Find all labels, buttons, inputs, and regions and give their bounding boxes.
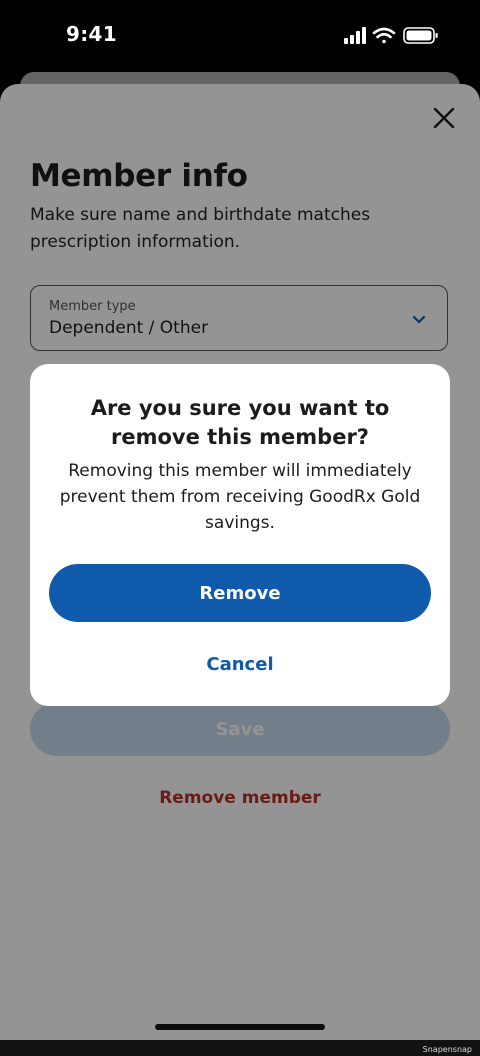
wifi-icon <box>372 27 396 44</box>
status-time: 9:41 <box>66 22 117 46</box>
status-bar: 9:41 <box>0 0 480 72</box>
remove-member-dialog: Are you sure you want to remove this mem… <box>30 364 450 706</box>
status-icons-svg <box>344 27 438 44</box>
battery-icon <box>403 27 438 44</box>
status-icons <box>344 26 440 46</box>
cancel-button[interactable]: Cancel <box>150 646 330 682</box>
dialog-body: Removing this member will immediately pr… <box>59 461 421 533</box>
confirm-remove-button[interactable]: Remove <box>49 564 431 622</box>
signal-icon <box>344 27 366 44</box>
watermark: Snapensnap <box>422 1045 472 1054</box>
dialog-title: Are you sure you want to remove this mem… <box>90 396 390 449</box>
bottom-strip <box>0 1040 480 1056</box>
